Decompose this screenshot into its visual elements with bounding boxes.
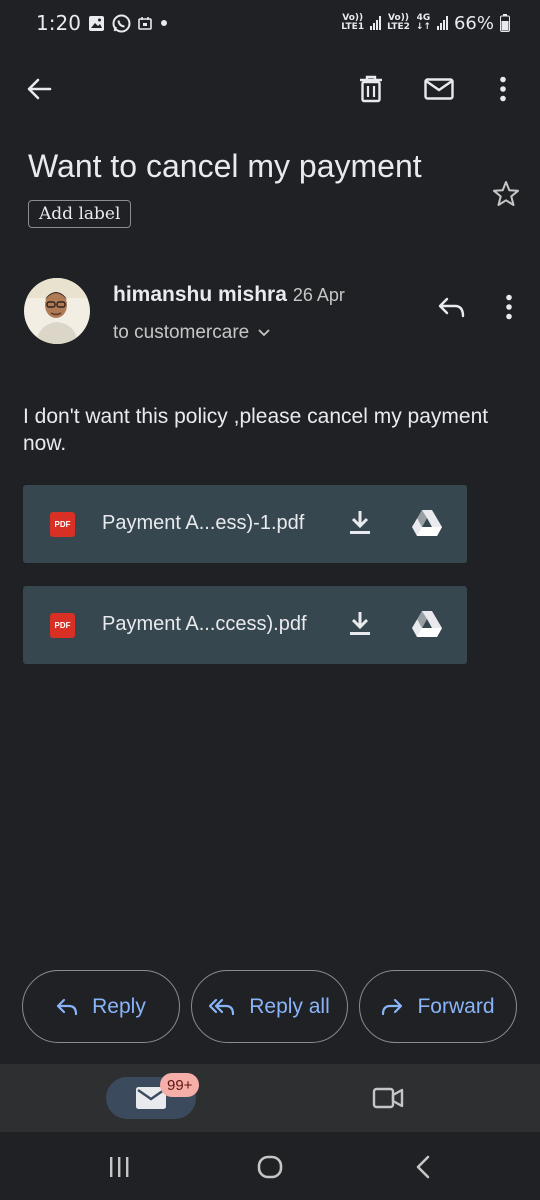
attachment-card[interactable]: PDF Payment A...ess)-1.pdf [23, 485, 467, 563]
reply-icon [57, 998, 78, 1015]
mail-icon [424, 78, 454, 100]
download-button[interactable] [348, 610, 372, 643]
attachment-filename: Payment A...ess)-1.pdf [102, 512, 305, 534]
more-vert-icon [506, 294, 512, 320]
home-icon [257, 1155, 283, 1179]
drive-icon [412, 510, 442, 536]
email-date: 26 Apr [292, 285, 345, 305]
email-subject: Want to cancel my payment [28, 148, 422, 184]
save-to-drive-button[interactable] [411, 509, 443, 542]
sim2-indicator: Vo)) LTE2 [387, 13, 410, 32]
chevron-down-icon [258, 329, 270, 337]
signal-strength-1-icon [370, 16, 382, 30]
network-type: 4G ↓↑ [415, 13, 431, 32]
sender-avatar[interactable] [24, 278, 90, 344]
download-icon [350, 612, 370, 635]
forward-button[interactable]: Forward [359, 970, 517, 1043]
message-more-button[interactable] [496, 290, 522, 324]
more-vert-icon [500, 76, 506, 102]
download-button[interactable] [348, 509, 372, 542]
reply-button[interactable]: Reply [22, 970, 180, 1043]
save-to-drive-button[interactable] [411, 610, 443, 643]
nav-meet-tab[interactable] [370, 1082, 406, 1114]
app-bar [0, 60, 540, 124]
system-back-button[interactable] [408, 1154, 438, 1180]
status-bar: 1:20 Vo)) LTE1 Vo)) LTE2 4G ↓↑ 66% [0, 0, 540, 46]
sender-name: himanshu mishra 26 Apr [113, 283, 345, 307]
mark-unread-button[interactable] [421, 72, 457, 106]
sim1-indicator: Vo)) LTE1 [341, 13, 365, 32]
more-options-button[interactable] [490, 72, 516, 106]
unread-count-badge: 99+ [160, 1073, 200, 1097]
status-time: 1:20 [36, 11, 81, 35]
attachment-filename: Payment A...ccess).pdf [102, 613, 307, 635]
system-navigation-bar [0, 1132, 540, 1200]
reply-icon-button[interactable] [433, 290, 469, 324]
reply-all-icon [209, 998, 235, 1015]
calendar-icon [138, 17, 152, 30]
back-arrow-icon [27, 78, 52, 100]
back-chevron-icon [416, 1155, 430, 1179]
reply-all-button[interactable]: Reply all [191, 970, 348, 1043]
reply-label: Reply [92, 994, 146, 1018]
add-label-button[interactable]: Add label [28, 200, 132, 228]
sender-name-text: himanshu mishra [113, 283, 287, 306]
star-button[interactable] [490, 178, 522, 210]
notification-dot-icon [160, 20, 167, 26]
bottom-navigation: 99+ [0, 1064, 540, 1132]
person-photo [24, 278, 90, 344]
recipient-text: to customercare [113, 322, 250, 343]
reply-actions: Reply Reply all Forward [0, 970, 540, 1044]
video-camera-icon [372, 1087, 404, 1109]
recents-icon [110, 1157, 129, 1177]
reply-all-label: Reply all [249, 994, 330, 1018]
drive-icon [412, 611, 442, 637]
back-button[interactable] [22, 72, 56, 106]
home-button[interactable] [255, 1154, 285, 1180]
star-icon [493, 181, 519, 206]
pdf-icon: PDF [50, 512, 75, 537]
forward-icon [382, 998, 403, 1015]
battery-icon [500, 14, 510, 32]
download-icon [350, 511, 370, 534]
recipient-toggle[interactable]: to customercare [113, 322, 271, 344]
delete-button[interactable] [354, 72, 388, 106]
battery-percent: 66% [453, 12, 494, 34]
whatsapp-icon [112, 14, 131, 32]
forward-label: Forward [417, 994, 495, 1018]
reply-icon [438, 297, 465, 318]
trash-icon [360, 75, 382, 103]
attachment-card[interactable]: PDF Payment A...ccess).pdf [23, 586, 467, 664]
recent-apps-button[interactable] [104, 1154, 134, 1180]
pdf-icon: PDF [50, 613, 75, 638]
gallery-icon [88, 15, 104, 31]
signal-strength-2-icon [436, 16, 448, 30]
email-body: I don't want this policy ,please cancel … [23, 405, 489, 455]
